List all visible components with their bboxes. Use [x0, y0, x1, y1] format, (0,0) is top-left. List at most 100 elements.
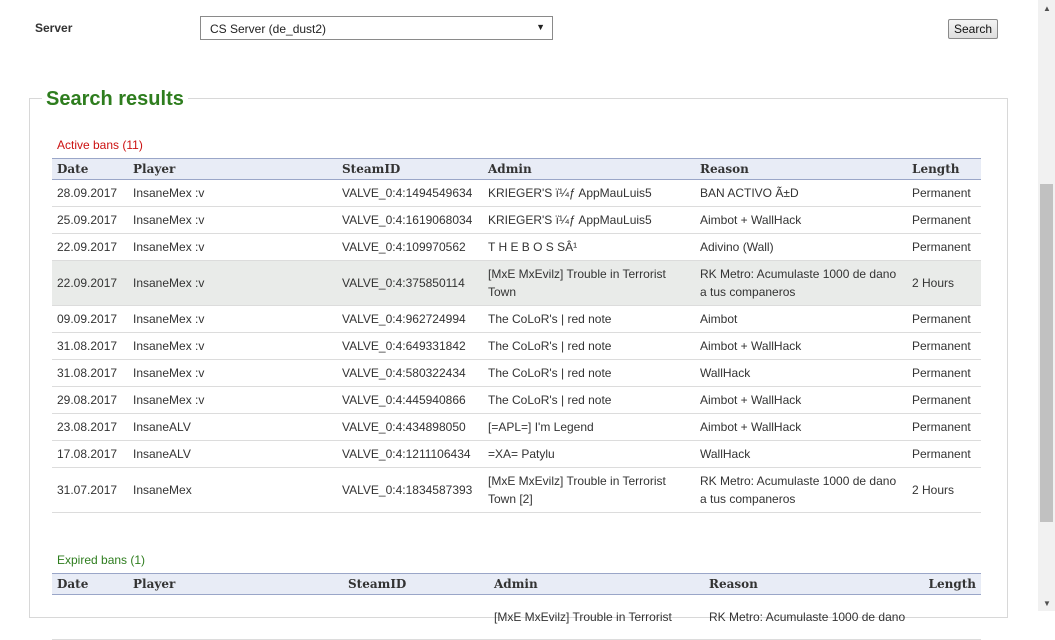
scrollbar[interactable]: ▲ ▼ [1038, 0, 1055, 611]
column-header-reason: Reason [695, 158, 907, 180]
cell-steamid: VALVE_0:4:375850114 [337, 260, 483, 306]
cell-reason: Adivino (Wall) [695, 233, 907, 261]
cell-date: 22.09.2017 [52, 260, 128, 306]
cell-steamid: VALVE_0:4:649331842 [337, 332, 483, 360]
cell-date: 31.08.2017 [52, 332, 128, 360]
cell-steamid: VALVE_0:4:1494549634 [337, 179, 483, 207]
cell-length: Permanent [907, 359, 981, 387]
cell-reason: RK Metro: Acumulaste 1000 de dano [704, 594, 920, 640]
cell-admin: [MxE MxEvilz] Trouble in Terrorist [489, 594, 704, 640]
cell-length: Permanent [907, 206, 981, 234]
cell-steamid: VALVE_0:4:1211106434 [337, 440, 483, 468]
server-label: Server [35, 21, 73, 35]
cell-date: 28.09.2017 [52, 179, 128, 207]
cell-admin: The CoLoR's | red note [483, 305, 695, 333]
cell-reason: Aimbot + WallHack [695, 206, 907, 234]
table-row[interactable]: 22.09.2017 InsaneMex :v VALVE_0:4:10997056… [52, 233, 981, 261]
cell-length: Permanent [907, 440, 981, 468]
cell-reason: RK Metro: Acumulaste 1000 de dano a tus … [695, 467, 907, 513]
cell-length: 2 Hours [907, 467, 981, 513]
cell-reason: BAN ACTIVO Ã±D [695, 179, 907, 207]
cell-date [52, 594, 128, 640]
cell-date: 23.08.2017 [52, 413, 128, 441]
cell-length: Permanent [907, 233, 981, 261]
cell-player: InsaneMex :v [128, 332, 337, 360]
cell-steamid: VALVE_0:4:434898050 [337, 413, 483, 441]
cell-reason: RK Metro: Acumulaste 1000 de dano a tus … [695, 260, 907, 306]
column-header-reason: Reason [704, 573, 920, 595]
table-row[interactable]: 23.08.2017 InsaneALV VALVE_0:4:434898050 [=… [52, 413, 981, 441]
search-button[interactable]: Search [948, 19, 998, 39]
cell-steamid: VALVE_0:4:445940866 [337, 386, 483, 414]
table-header-row: Date Player SteamID Admin Reason Length [52, 158, 981, 180]
server-select[interactable]: CS Server (de_dust2) ▼ [200, 16, 553, 40]
cell-admin: [MxE MxEvilz] Trouble in Terrorist Town [483, 260, 695, 306]
cell-reason: Aimbot + WallHack [695, 386, 907, 414]
scroll-thumb[interactable] [1040, 184, 1053, 522]
cell-player [128, 594, 343, 640]
cell-player: InsaneMex :v [128, 386, 337, 414]
column-header-length: Length [920, 573, 981, 595]
cell-reason: Aimbot + WallHack [695, 413, 907, 441]
cell-reason: Aimbot + WallHack [695, 332, 907, 360]
cell-reason: WallHack [695, 440, 907, 468]
table-row[interactable]: 31.08.2017 InsaneMex :v VALVE_0:4:64933184… [52, 332, 981, 360]
column-header-player: Player [128, 158, 337, 180]
cell-player: InsaneMex :v [128, 206, 337, 234]
cell-admin: The CoLoR's | red note [483, 332, 695, 360]
cell-length: Permanent [907, 179, 981, 207]
cell-steamid: VALVE_0:4:109970562 [337, 233, 483, 261]
cell-player: InsaneMex :v [128, 359, 337, 387]
cell-player: InsaneMex [128, 467, 337, 513]
cell-player: InsaneALV [128, 413, 337, 441]
cell-length: 2 Hours [907, 260, 981, 306]
cell-length [920, 594, 981, 640]
scroll-up-icon[interactable]: ▲ [1043, 4, 1051, 13]
column-header-steamid: SteamID [337, 158, 483, 180]
cell-reason: WallHack [695, 359, 907, 387]
column-header-date: Date [52, 158, 128, 180]
cell-admin: KRIEGER'S ï¼ƒ AppMauLuis5 [483, 179, 695, 207]
table-header-row: Date Player SteamID Admin Reason Length [52, 573, 981, 595]
cell-player: InsaneALV [128, 440, 337, 468]
cell-steamid: VALVE_0:4:1619068034 [337, 206, 483, 234]
column-header-length: Length [907, 158, 981, 180]
cell-player: InsaneMex :v [128, 260, 337, 306]
cell-date: 25.09.2017 [52, 206, 128, 234]
cell-date: 22.09.2017 [52, 233, 128, 261]
table-row[interactable]: 31.07.2017 InsaneMex VALVE_0:4:1834587393[… [52, 467, 981, 513]
table-row[interactable]: [MxE MxEvilz] Trouble in Terrorist RK Met… [52, 594, 981, 640]
column-header-admin: Admin [489, 573, 704, 595]
table-row[interactable]: 22.09.2017 InsaneMex :v VALVE_0:4:37585011… [52, 260, 981, 306]
column-header-admin: Admin [483, 158, 695, 180]
cell-date: 09.09.2017 [52, 305, 128, 333]
cell-length: Permanent [907, 386, 981, 414]
cell-admin: The CoLoR's | red note [483, 359, 695, 387]
scroll-down-icon[interactable]: ▼ [1043, 599, 1051, 608]
cell-admin: KRIEGER'S ï¼ƒ AppMauLuis5 [483, 206, 695, 234]
expired-bans-table: Date Player SteamID Admin Reason Length [MxE … [52, 573, 981, 640]
chevron-down-icon: ▼ [536, 22, 545, 32]
cell-reason: Aimbot [695, 305, 907, 333]
cell-steamid: VALVE_0:4:962724994 [337, 305, 483, 333]
cell-date: 31.07.2017 [52, 467, 128, 513]
table-row[interactable]: 31.08.2017 InsaneMex :v VALVE_0:4:58032243… [52, 359, 981, 387]
column-header-steamid: SteamID [343, 573, 489, 595]
results-title: Search results [42, 88, 188, 111]
cell-steamid: VALVE_0:4:1834587393 [337, 467, 483, 513]
cell-date: 31.08.2017 [52, 359, 128, 387]
cell-length: Permanent [907, 305, 981, 333]
cell-steamid [343, 594, 489, 640]
cell-admin: The CoLoR's | red note [483, 386, 695, 414]
table-row[interactable]: 25.09.2017 InsaneMex :v VALVE_0:4:16190680… [52, 206, 981, 234]
table-row[interactable]: 28.09.2017 InsaneMex :v VALVE_0:4:14945496… [52, 179, 981, 207]
cell-player: InsaneMex :v [128, 179, 337, 207]
cell-admin: [=APL=] I'm Legend [483, 413, 695, 441]
table-row[interactable]: 29.08.2017 InsaneMex :v VALVE_0:4:44594086… [52, 386, 981, 414]
cell-date: 29.08.2017 [52, 386, 128, 414]
table-row[interactable]: 09.09.2017 InsaneMex :v VALVE_0:4:96272499… [52, 305, 981, 333]
cell-admin: =XA= Patylu [483, 440, 695, 468]
cell-length: Permanent [907, 332, 981, 360]
table-row[interactable]: 17.08.2017 InsaneALV VALVE_0:4:1211106434 =… [52, 440, 981, 468]
active-bans-table: Date Player SteamID Admin Reason Length 28.09… [52, 158, 981, 513]
